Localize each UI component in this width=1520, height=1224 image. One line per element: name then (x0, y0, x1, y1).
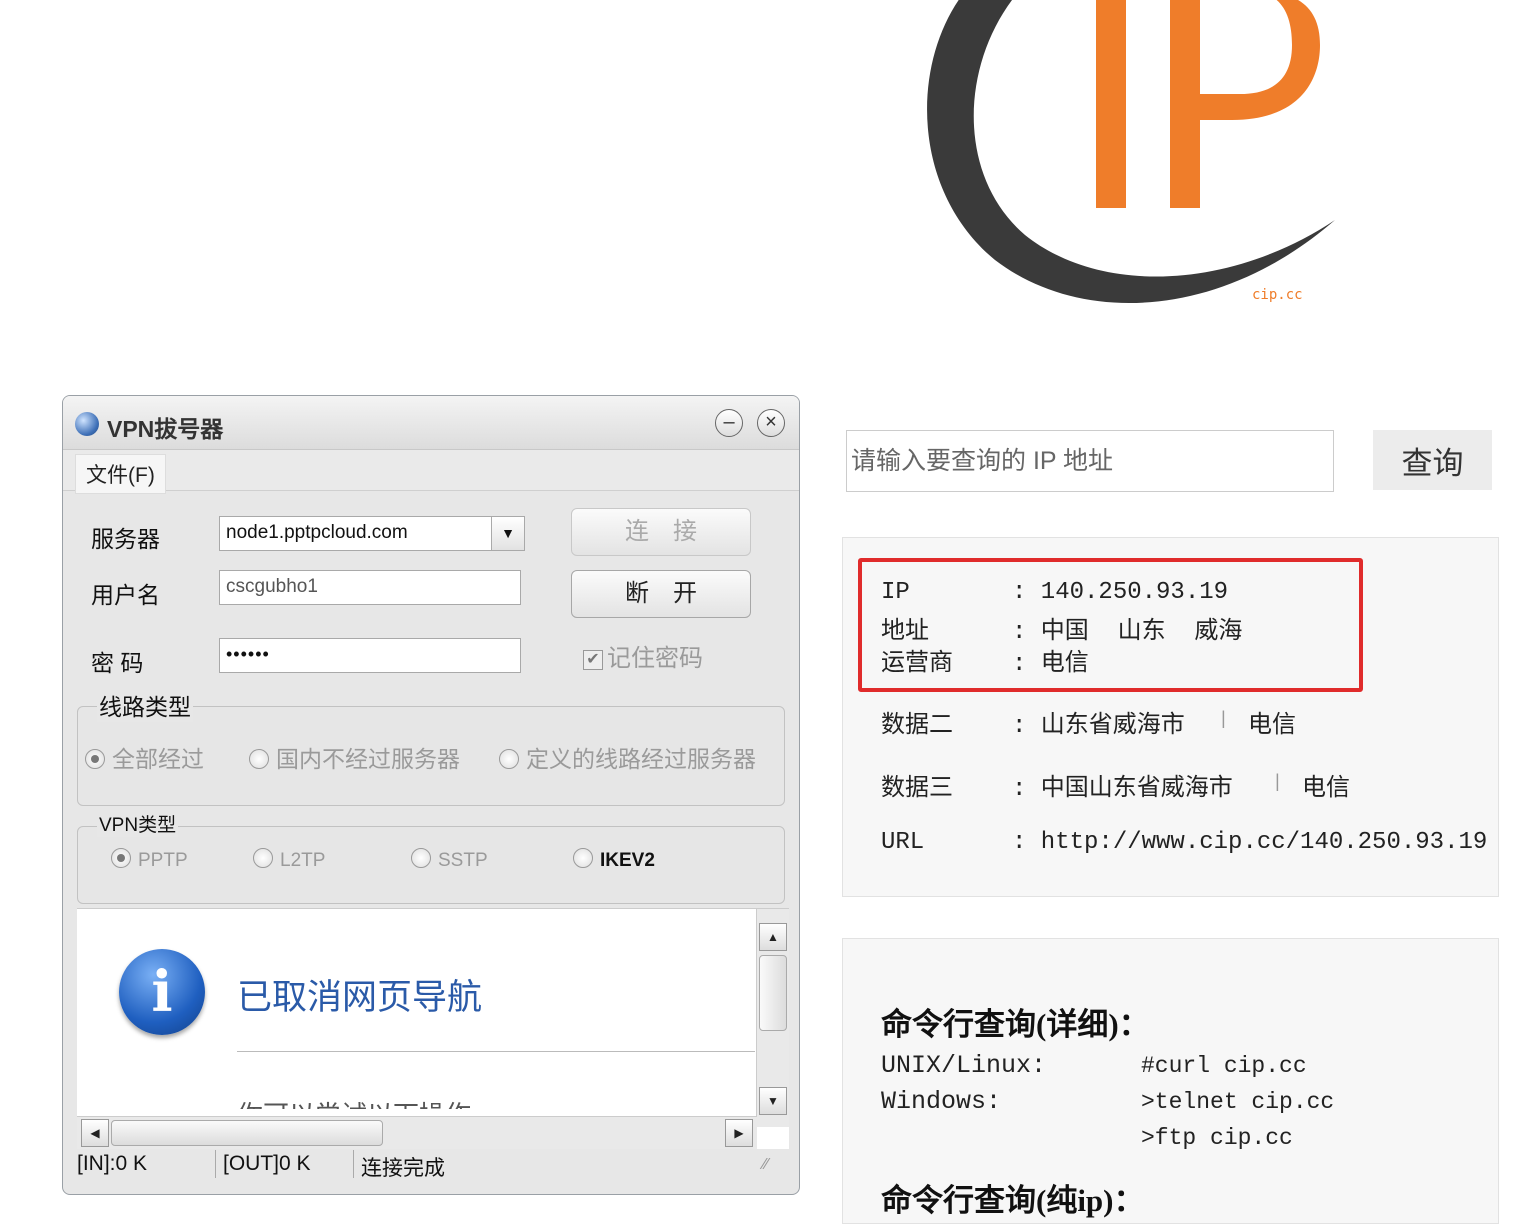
data3-isp: 电信 (1302, 776, 1350, 803)
scroll-thumb[interactable] (759, 955, 787, 1031)
status-state: 连接完成 (361, 1157, 445, 1180)
horizontal-scrollbar[interactable]: ◀ ▶ (77, 1116, 757, 1149)
cmd-pure-heading: 命令行查询(纯ip)： (881, 1183, 1145, 1218)
status-in: [IN]:0 K (77, 1152, 148, 1175)
address-value: : 中国 山东 威海 (1012, 619, 1243, 646)
radio-dot-icon (253, 848, 273, 868)
status-bar: [IN]:0 K [OUT]0 K 连接完成 ⁄⁄ (77, 1148, 789, 1182)
menu-file[interactable]: 文件(F) (75, 454, 166, 494)
scroll-thumb[interactable] (111, 1120, 383, 1146)
server-label: 服务器 (91, 526, 160, 552)
route-type-title: 线路类型 (97, 688, 193, 722)
radio-label: IKEV2 (600, 850, 655, 871)
pipe-separator: | (1272, 773, 1283, 793)
divider (237, 1051, 755, 1052)
remember-password-checkbox[interactable]: ✔ 记住密码 (583, 638, 703, 673)
radio-label: 定义的线路经过服务器 (526, 746, 756, 772)
username-field[interactable]: cscgubho1 (219, 570, 521, 605)
radio-dot-icon (111, 848, 131, 868)
windows-command-telnet: >telnet cip.cc (1141, 1089, 1335, 1115)
data3-key: 数据三 (881, 776, 953, 803)
window-title: VPN拔号器 (107, 416, 224, 442)
pipe-separator: | (1218, 710, 1229, 730)
divider (353, 1150, 354, 1178)
data2-value: : 山东省威海市 (1012, 713, 1185, 740)
scroll-down-icon[interactable]: ▼ (759, 1087, 787, 1115)
radio-label: PPTP (138, 850, 188, 871)
password-label: 密 码 (91, 650, 144, 676)
unix-command: #curl cip.cc (1141, 1053, 1307, 1079)
ip-value: : 140.250.93.19 (1012, 579, 1229, 606)
username-value: cscgubho1 (226, 576, 318, 597)
windows-label: Windows: (881, 1087, 1002, 1116)
menu-bar: 文件(F) (63, 450, 799, 494)
ip-search-input[interactable] (846, 430, 1334, 492)
radio-label: SSTP (438, 850, 488, 871)
unix-label: UNIX/Linux: (881, 1051, 1047, 1080)
cmd-detail-heading: 命令行查询(详细)： (881, 1007, 1150, 1042)
radio-l2tp[interactable]: L2TP (253, 848, 325, 872)
close-button[interactable]: × (757, 409, 785, 437)
checkmark-icon: ✔ (583, 650, 603, 670)
url-value[interactable]: : http://www.cip.cc/140.250.93.19 (1012, 829, 1487, 856)
radio-sstp[interactable]: SSTP (411, 848, 488, 872)
radio-domestic-bypass[interactable]: 国内不经过服务器 (249, 740, 460, 774)
server-value: node1.pptpcloud.com (226, 522, 408, 543)
data2-key: 数据二 (881, 713, 953, 740)
connect-button[interactable]: 连接 (571, 508, 751, 556)
logo-graphic (927, 0, 1335, 303)
radio-custom-routes[interactable]: 定义的线路经过服务器 (499, 740, 756, 774)
isp-value: : 电信 (1012, 651, 1089, 678)
data2-isp: 电信 (1248, 713, 1296, 740)
scroll-up-icon[interactable]: ▲ (759, 923, 787, 951)
navigation-canceled-heading: 已取消网页导航 (237, 978, 483, 1017)
status-out: [OUT]0 K (223, 1152, 311, 1175)
chevron-down-icon[interactable]: ▼ (491, 517, 524, 550)
title-bar[interactable]: VPN拔号器 – × (63, 396, 799, 450)
radio-all-routes[interactable]: 全部经过 (85, 740, 204, 774)
windows-command-ftp: >ftp cip.cc (1141, 1125, 1293, 1151)
data3-value: : 中国山东省威海市 (1012, 776, 1233, 803)
radio-dot-icon (411, 848, 431, 868)
query-button[interactable]: 查询 (1373, 430, 1492, 490)
embedded-browser: i 已取消网页导航 你可以尝试以下操作 ▲ ▼ ◀ ▶ (77, 908, 789, 1149)
password-field[interactable]: •••••• (219, 638, 521, 673)
radio-ikev2[interactable]: IKEV2 (573, 848, 655, 872)
command-line-panel: 命令行查询(详细)： UNIX/Linux: #curl cip.cc Wind… (842, 938, 1499, 1224)
isp-key: 运营商 (881, 651, 953, 678)
username-label: 用户名 (91, 582, 160, 608)
radio-label: 国内不经过服务器 (276, 746, 460, 772)
ip-key: IP (881, 579, 910, 606)
radio-pptp[interactable]: PPTP (111, 848, 188, 872)
remember-password-label: 记住密码 (607, 645, 703, 672)
vpn-type-title: VPN类型 (97, 810, 179, 837)
globe-icon (75, 412, 99, 436)
url-key: URL (881, 829, 925, 856)
radio-dot-icon (249, 749, 269, 769)
password-mask: •••••• (226, 644, 270, 664)
radio-dot-icon (85, 749, 105, 769)
url-row: URL : http://www.cip.cc/140.250.93.19 (881, 829, 1520, 861)
radio-dot-icon (573, 848, 593, 868)
info-icon: i (119, 949, 205, 1035)
server-combobox[interactable]: node1.pptpcloud.com ▼ (219, 516, 525, 551)
scroll-left-icon[interactable]: ◀ (81, 1119, 109, 1147)
scroll-right-icon[interactable]: ▶ (725, 1119, 753, 1147)
logo-site-text: cip.cc (1252, 287, 1303, 303)
resize-grip-icon[interactable]: ⁄⁄ (763, 1156, 768, 1174)
radio-label: 全部经过 (112, 746, 204, 772)
disconnect-button[interactable]: 断开 (571, 570, 751, 618)
divider (215, 1150, 216, 1178)
minimize-button[interactable]: – (715, 409, 743, 437)
radio-label: L2TP (280, 850, 326, 871)
radio-dot-icon (499, 749, 519, 769)
cut-off-text: 你可以尝试以下操作 (237, 1095, 537, 1109)
vertical-scrollbar[interactable]: ▲ ▼ (756, 909, 789, 1127)
cip-logo: cip.cc (900, 0, 1370, 330)
vpn-dialer-window: VPN拔号器 – × 文件(F) 服务器 node1.pptpcloud.com… (62, 395, 800, 1195)
address-key: 地址 (881, 619, 929, 646)
